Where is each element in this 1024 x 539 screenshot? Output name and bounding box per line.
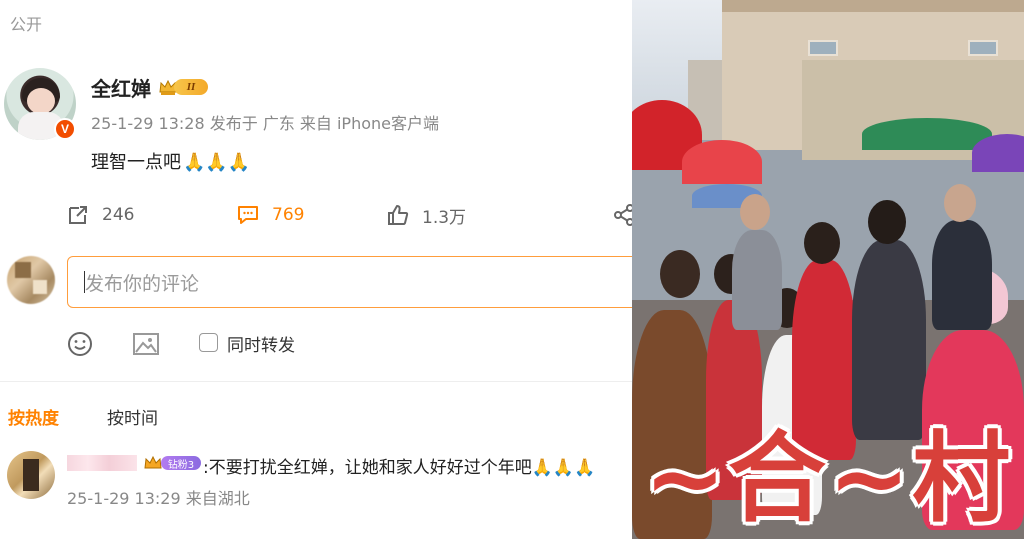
comment-input[interactable]: 发布你的评论 — [67, 256, 632, 308]
repost-count: 246 — [102, 205, 135, 225]
post-text: 理智一点吧 — [91, 152, 181, 173]
crown-icon — [144, 455, 162, 469]
divider — [0, 381, 632, 382]
emoji-icon[interactable] — [67, 331, 93, 357]
comment-button[interactable]: 769 — [236, 198, 304, 232]
photo-window — [968, 40, 998, 56]
share-icon — [614, 204, 632, 226]
author-name[interactable]: 全红婵 — [91, 73, 151, 102]
current-user-avatar — [7, 256, 55, 304]
photo-head — [944, 184, 976, 222]
pray-emoji: 🙏🙏🙏 — [183, 152, 251, 173]
photo-roof — [722, 0, 1024, 12]
photo-head — [804, 222, 840, 264]
photo-panel[interactable]: ~合~村 — [632, 0, 1024, 539]
repost-icon — [69, 206, 87, 224]
post-meta: 25-1-29 13:28 发布于 广东 来自 iPhone客户端 — [91, 114, 439, 133]
verified-icon: V — [54, 118, 76, 140]
sort-by-hot-tab[interactable]: 按热度 — [8, 404, 59, 429]
repost-checkbox[interactable] — [199, 333, 218, 352]
commenter-avatar[interactable] — [7, 451, 55, 499]
like-button[interactable]: 1.3万 — [386, 198, 466, 232]
photo-person — [932, 220, 992, 330]
photo-person — [732, 230, 782, 330]
avatar-face — [27, 88, 55, 114]
member-badge[interactable]: II — [158, 77, 210, 97]
comment-text: :不要打扰全红婵，让她和家人好好过个年吧🙏🙏🙏 — [203, 458, 596, 478]
like-count: 1.3万 — [422, 207, 467, 228]
photo-window — [808, 40, 838, 56]
repost-checkbox-label[interactable]: 同时转发 — [227, 331, 295, 356]
fan-level-pill: 钻粉3 — [161, 456, 201, 471]
share-button[interactable] — [612, 198, 632, 232]
photo-umbrella — [862, 118, 992, 150]
post-content: 理智一点吧 🙏🙏🙏 — [91, 148, 250, 174]
photo-head — [740, 194, 770, 230]
image-icon[interactable] — [132, 331, 160, 357]
photo-head — [868, 200, 906, 244]
comment-icon — [238, 206, 258, 224]
sort-by-time-tab[interactable]: 按时间 — [107, 404, 158, 429]
post-actions: 246 769 1.3万 — [0, 198, 632, 232]
level-badge: II — [174, 79, 208, 95]
comment-count: 769 — [272, 205, 305, 225]
comment-placeholder: 发布你的评论 — [85, 272, 200, 295]
visibility-label: 公开 — [10, 15, 43, 34]
weibo-post-panel: 公开 V 全红婵 II 25-1-29 13:28 发布于 广东 来自 iPho… — [0, 0, 632, 539]
photo-head — [660, 250, 700, 298]
fan-badge: 钻粉3 — [143, 454, 201, 472]
like-icon — [388, 205, 409, 225]
comment-meta: 25-1-29 13:29 来自湖北 — [67, 489, 250, 508]
photo-overlay-text: ~合~村 — [643, 421, 1013, 536]
commenter-name-blurred[interactable] — [67, 455, 137, 471]
repost-button[interactable]: 246 — [66, 198, 134, 232]
